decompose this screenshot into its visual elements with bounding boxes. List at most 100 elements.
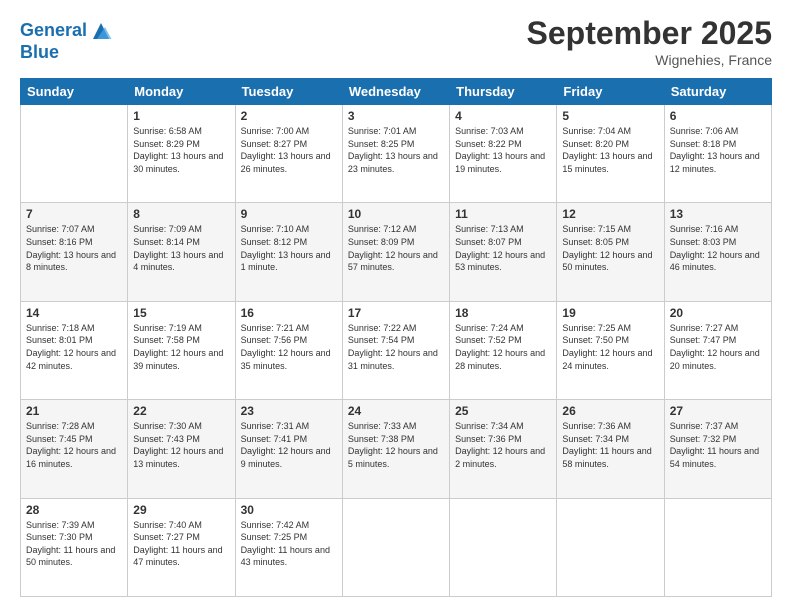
day-number: 10 <box>348 207 444 221</box>
day-number: 16 <box>241 306 337 320</box>
day-number: 2 <box>241 109 337 123</box>
day-info: Sunrise: 7:40 AMSunset: 7:27 PMDaylight:… <box>133 519 229 569</box>
calendar-cell: 26 Sunrise: 7:36 AMSunset: 7:34 PMDayligh… <box>557 400 664 498</box>
calendar-week-row: 28 Sunrise: 7:39 AMSunset: 7:30 PMDayligh… <box>21 498 772 596</box>
calendar-cell: 24Sunrise: 7:33 AMSunset: 7:38 PMDayligh… <box>342 400 449 498</box>
month-title: September 2025 <box>527 15 772 52</box>
day-info: Sunrise: 7:01 AMSunset: 8:25 PMDaylight:… <box>348 125 444 175</box>
day-number: 1 <box>133 109 229 123</box>
day-number: 23 <box>241 404 337 418</box>
day-info: Sunrise: 6:58 AMSunset: 8:29 PMDaylight:… <box>133 125 229 175</box>
day-number: 14 <box>26 306 122 320</box>
day-info: Sunrise: 7:27 AMSunset: 7:47 PMDaylight:… <box>670 322 766 372</box>
calendar-header-row: Sunday Monday Tuesday Wednesday Thursday… <box>21 79 772 105</box>
day-info: Sunrise: 7:33 AMSunset: 7:38 PMDaylight:… <box>348 420 444 470</box>
calendar-cell: 28 Sunrise: 7:39 AMSunset: 7:30 PMDayligh… <box>21 498 128 596</box>
day-info: Sunrise: 7:34 AMSunset: 7:36 PMDaylight:… <box>455 420 551 470</box>
calendar-week-row: 1 Sunrise: 6:58 AMSunset: 8:29 PMDaylight… <box>21 105 772 203</box>
calendar-cell: 30Sunrise: 7:42 AMSunset: 7:25 PMDayligh… <box>235 498 342 596</box>
calendar-cell <box>557 498 664 596</box>
logo: General Blue <box>20 19 113 63</box>
col-wednesday: Wednesday <box>342 79 449 105</box>
calendar-cell: 14 Sunrise: 7:18 AMSunset: 8:01 PMDayligh… <box>21 301 128 399</box>
day-info: Sunrise: 7:31 AMSunset: 7:41 PMDaylight:… <box>241 420 337 470</box>
location: Wignehies, France <box>527 52 772 68</box>
day-info: Sunrise: 7:21 AMSunset: 7:56 PMDaylight:… <box>241 322 337 372</box>
day-number: 5 <box>562 109 658 123</box>
day-number: 28 <box>26 503 122 517</box>
day-number: 20 <box>670 306 766 320</box>
calendar-cell: 6Sunrise: 7:06 AMSunset: 8:18 PMDaylight… <box>664 105 771 203</box>
day-info: Sunrise: 7:36 AMSunset: 7:34 PMDaylight:… <box>562 420 658 470</box>
day-info: Sunrise: 7:04 AMSunset: 8:20 PMDaylight:… <box>562 125 658 175</box>
col-saturday: Saturday <box>664 79 771 105</box>
day-info: Sunrise: 7:24 AMSunset: 7:52 PMDaylight:… <box>455 322 551 372</box>
day-info: Sunrise: 7:15 AMSunset: 8:05 PMDaylight:… <box>562 223 658 273</box>
day-number: 26 <box>562 404 658 418</box>
day-number: 19 <box>562 306 658 320</box>
col-friday: Friday <box>557 79 664 105</box>
day-number: 13 <box>670 207 766 221</box>
day-info: Sunrise: 7:12 AMSunset: 8:09 PMDaylight:… <box>348 223 444 273</box>
calendar-cell: 16 Sunrise: 7:21 AMSunset: 7:56 PMDayligh… <box>235 301 342 399</box>
calendar-cell: 19Sunrise: 7:25 AMSunset: 7:50 PMDayligh… <box>557 301 664 399</box>
calendar-cell: 25 Sunrise: 7:34 AMSunset: 7:36 PMDayligh… <box>450 400 557 498</box>
col-monday: Monday <box>128 79 235 105</box>
col-sunday: Sunday <box>21 79 128 105</box>
calendar-cell: 22 Sunrise: 7:30 AMSunset: 7:43 PMDayligh… <box>128 400 235 498</box>
logo-text-blue: Blue <box>20 43 113 63</box>
day-number: 27 <box>670 404 766 418</box>
day-info: Sunrise: 7:03 AMSunset: 8:22 PMDaylight:… <box>455 125 551 175</box>
day-info: Sunrise: 7:18 AMSunset: 8:01 PMDaylight:… <box>26 322 122 372</box>
calendar-table: Sunday Monday Tuesday Wednesday Thursday… <box>20 78 772 597</box>
day-info: Sunrise: 7:30 AMSunset: 7:43 PMDaylight:… <box>133 420 229 470</box>
calendar-cell: 29Sunrise: 7:40 AMSunset: 7:27 PMDayligh… <box>128 498 235 596</box>
calendar-cell: 4 Sunrise: 7:03 AMSunset: 8:22 PMDaylight… <box>450 105 557 203</box>
day-info: Sunrise: 7:09 AMSunset: 8:14 PMDaylight:… <box>133 223 229 273</box>
day-info: Sunrise: 7:19 AMSunset: 7:58 PMDaylight:… <box>133 322 229 372</box>
calendar-cell: 27 Sunrise: 7:37 AMSunset: 7:32 PMDayligh… <box>664 400 771 498</box>
day-number: 25 <box>455 404 551 418</box>
day-number: 15 <box>133 306 229 320</box>
day-info: Sunrise: 7:37 AMSunset: 7:32 PMDaylight:… <box>670 420 766 470</box>
day-number: 21 <box>26 404 122 418</box>
calendar-week-row: 21Sunrise: 7:28 AMSunset: 7:45 PMDayligh… <box>21 400 772 498</box>
col-thursday: Thursday <box>450 79 557 105</box>
day-number: 6 <box>670 109 766 123</box>
day-number: 9 <box>241 207 337 221</box>
calendar-cell: 10 Sunrise: 7:12 AMSunset: 8:09 PMDayligh… <box>342 203 449 301</box>
calendar-cell: 7Sunrise: 7:07 AMSunset: 8:16 PMDaylight… <box>21 203 128 301</box>
calendar-cell: 3 Sunrise: 7:01 AMSunset: 8:25 PMDaylight… <box>342 105 449 203</box>
day-number: 11 <box>455 207 551 221</box>
calendar-cell <box>450 498 557 596</box>
day-number: 3 <box>348 109 444 123</box>
day-info: Sunrise: 7:16 AMSunset: 8:03 PMDaylight:… <box>670 223 766 273</box>
col-tuesday: Tuesday <box>235 79 342 105</box>
calendar-cell: 20 Sunrise: 7:27 AMSunset: 7:47 PMDayligh… <box>664 301 771 399</box>
calendar-cell: 1 Sunrise: 6:58 AMSunset: 8:29 PMDaylight… <box>128 105 235 203</box>
calendar-cell: 11Sunrise: 7:13 AMSunset: 8:07 PMDayligh… <box>450 203 557 301</box>
day-number: 4 <box>455 109 551 123</box>
day-number: 12 <box>562 207 658 221</box>
calendar-cell: 15 Sunrise: 7:19 AMSunset: 7:58 PMDayligh… <box>128 301 235 399</box>
day-info: Sunrise: 7:00 AMSunset: 8:27 PMDaylight:… <box>241 125 337 175</box>
calendar-cell: 23 Sunrise: 7:31 AMSunset: 7:41 PMDayligh… <box>235 400 342 498</box>
page-header: General Blue September 2025 Wignehies, F… <box>20 15 772 68</box>
day-info: Sunrise: 7:39 AMSunset: 7:30 PMDaylight:… <box>26 519 122 569</box>
day-info: Sunrise: 7:42 AMSunset: 7:25 PMDaylight:… <box>241 519 337 569</box>
calendar-cell: 5 Sunrise: 7:04 AMSunset: 8:20 PMDaylight… <box>557 105 664 203</box>
calendar-cell <box>664 498 771 596</box>
calendar-cell: 17Sunrise: 7:22 AMSunset: 7:54 PMDayligh… <box>342 301 449 399</box>
calendar-week-row: 7Sunrise: 7:07 AMSunset: 8:16 PMDaylight… <box>21 203 772 301</box>
calendar-cell <box>342 498 449 596</box>
day-number: 8 <box>133 207 229 221</box>
day-number: 18 <box>455 306 551 320</box>
day-info: Sunrise: 7:22 AMSunset: 7:54 PMDaylight:… <box>348 322 444 372</box>
calendar-cell: 21Sunrise: 7:28 AMSunset: 7:45 PMDayligh… <box>21 400 128 498</box>
calendar-cell: 9Sunrise: 7:10 AMSunset: 8:12 PMDaylight… <box>235 203 342 301</box>
logo-text: General <box>20 21 87 41</box>
calendar-cell <box>21 105 128 203</box>
day-number: 22 <box>133 404 229 418</box>
day-info: Sunrise: 7:07 AMSunset: 8:16 PMDaylight:… <box>26 223 122 273</box>
calendar-cell: 12 Sunrise: 7:15 AMSunset: 8:05 PMDayligh… <box>557 203 664 301</box>
